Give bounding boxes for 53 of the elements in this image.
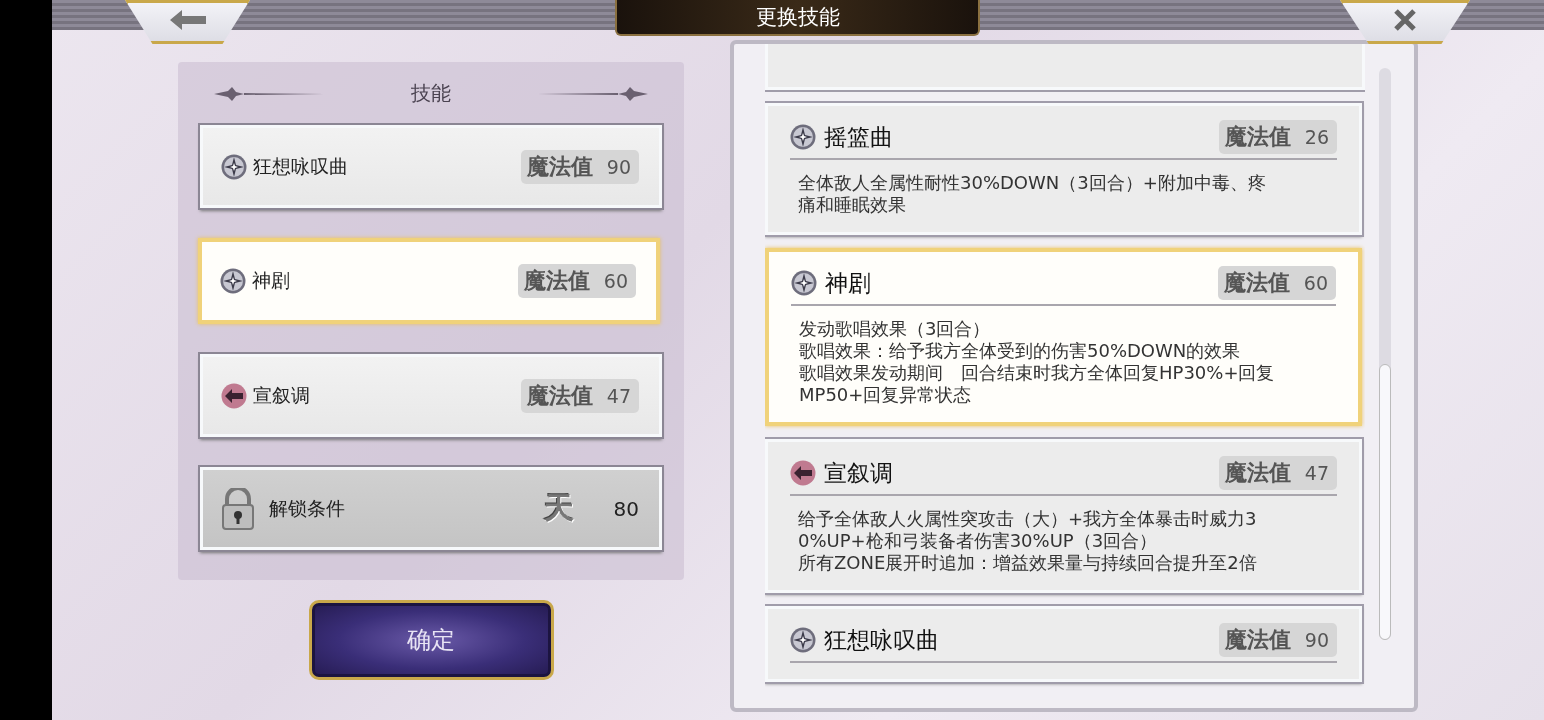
skill-description: 所有ZONE展开时追加：增益效果量与持续回合提升至2倍 — [798, 552, 1258, 574]
scrollbar[interactable] — [1379, 68, 1391, 640]
skill-description: 全体敌人全属性耐性30%DOWN（3回合）+附加中毒、疼痛和睡眠效果 — [798, 172, 1267, 216]
mp-value: 60 — [603, 270, 628, 292]
confirm-button[interactable]: 确定 — [308, 600, 554, 680]
close-icon — [1393, 8, 1417, 32]
skill-name: 摇篮曲 — [824, 122, 894, 152]
skill-name: 神剧 — [252, 268, 291, 293]
mp-value: 90 — [1304, 629, 1329, 651]
mp-label: 魔法值 — [1224, 626, 1291, 654]
skill-name: 狂想咏叹曲 — [824, 625, 940, 655]
star-emblem-icon — [790, 627, 816, 653]
mp-label: 魔法值 — [1224, 123, 1291, 151]
skill-description: 给予全体敌人火属性突攻击（大）+我方全体暴击时威力30%UP+枪和弓装备者伤害30%UP（3回合） — [798, 508, 1258, 552]
rank-glyph: 天 — [543, 489, 574, 527]
mp-value: 60 — [1303, 272, 1328, 294]
arrow-emblem-icon — [221, 382, 247, 409]
skill-slot[interactable]: 狂想咏叹曲 魔法值 90 — [200, 125, 662, 208]
star-emblem-icon — [220, 268, 246, 294]
skill-card[interactable]: 狂想咏叹曲 魔法值 90 — [765, 606, 1362, 682]
skill-name: 神剧 — [825, 268, 872, 298]
mp-label: 魔法值 — [526, 152, 593, 181]
mp-value: 47 — [1304, 462, 1329, 484]
padlock-icon — [221, 487, 255, 530]
window-title: 更换技能 — [615, 0, 980, 36]
mp-label: 魔法值 — [1223, 269, 1290, 297]
skill-description: 发动歌唱效果（3回合） — [799, 318, 992, 340]
skill-name: 解锁条件 — [269, 495, 346, 521]
panel-title: 技能 — [411, 80, 451, 107]
scrollbar-thumb[interactable] — [1379, 364, 1391, 640]
skill-slot[interactable]: 神剧 魔法值 60 — [198, 238, 660, 324]
mp-value: 90 — [606, 155, 631, 178]
mp-value: 47 — [606, 384, 631, 407]
unlock-level: 80 — [613, 496, 639, 521]
arrow-emblem-icon — [790, 460, 816, 486]
skill-description: 歌唱效果发动期间 回合结束时我方全体回复HP30%+回复MP50+回复异常状态 — [799, 362, 1276, 406]
skill-card[interactable]: 宣叙调 魔法值 47 给予全体敌人火属性突攻击（大）+我方全体暴击时威力30%UP+枪和弓装备者伤害30%UP（3回合） 所有ZONE展开时追加：增益效果量与持续回合提升至2倍 — [765, 439, 1362, 593]
back-icon — [169, 10, 206, 30]
skill-name: 宣叙调 — [824, 458, 894, 488]
skill-card[interactable]: 摇篮曲 魔法值 26 全体敌人全属性耐性30%DOWN（3回合）+附加中毒、疼痛和睡眠效果 — [765, 103, 1362, 235]
mp-label: 魔法值 — [526, 381, 593, 410]
skill-card[interactable]: 神剧 魔法值 60 发动歌唱效果（3回合） 歌唱效果：给予我方全体受到的伤害50%DOWN的效果 歌唱效果发动期间 回合结束时我方全体回复HP30%+回复MP50+回复异常状态 — [765, 248, 1362, 426]
mp-label: 魔法值 — [523, 267, 590, 295]
skill-description: 歌唱效果：给予我方全体受到的伤害50%DOWN的效果 — [799, 340, 1242, 362]
skill-slot[interactable]: 解锁条件 天 80 — [200, 467, 662, 550]
skill-name: 宣叙调 — [253, 382, 311, 408]
mp-value: 26 — [1304, 126, 1329, 148]
mp-label: 魔法值 — [1224, 459, 1291, 487]
star-emblem-icon — [791, 270, 817, 296]
star-emblem-icon — [221, 153, 247, 180]
skill-name: 狂想咏叹曲 — [253, 153, 349, 179]
star-emblem-icon — [790, 124, 816, 150]
skill-slot[interactable]: 宣叙调 魔法值 47 — [200, 354, 662, 437]
